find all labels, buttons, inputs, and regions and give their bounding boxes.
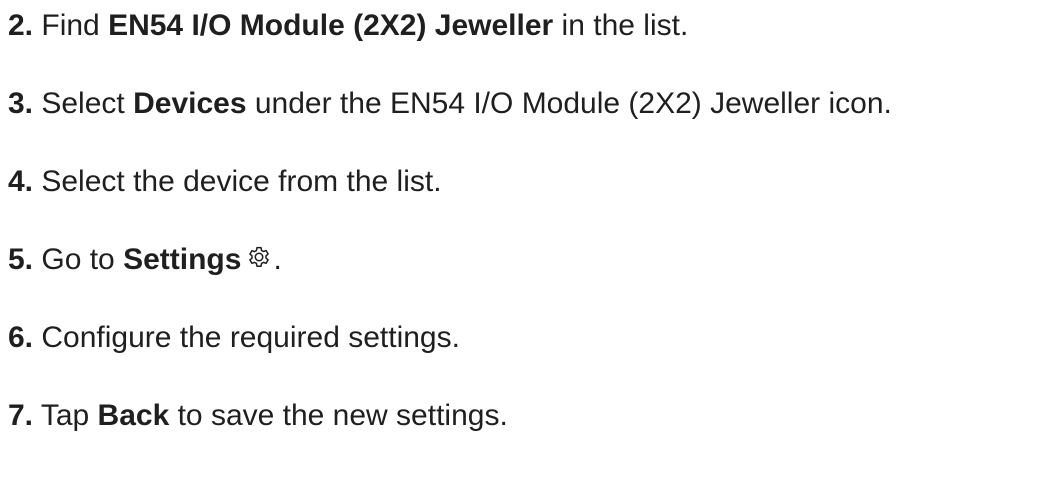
step-number: 2. [8, 9, 34, 42]
step-3: 3. Select Devices under the EN54 I/O Mod… [8, 84, 892, 124]
step-text: Select the device from the list. [33, 165, 442, 198]
settings-label: Settings [123, 243, 242, 276]
step-text: under the EN54 I/O Module (2X2) Jeweller… [246, 87, 892, 120]
gear-icon [245, 243, 273, 271]
step-text: Select [33, 87, 134, 120]
step-number: 6. [8, 321, 34, 354]
step-text: Configure the required settings. [33, 321, 460, 354]
step-text: to save the new settings. [169, 399, 508, 432]
step-number: 5. [8, 243, 34, 276]
step-4: 4. Select the device from the list. [8, 162, 442, 202]
step-2: 2. Find EN54 I/O Module (2X2) Jeweller i… [8, 6, 688, 46]
step-7: 7. Tap Back to save the new settings. [8, 396, 508, 436]
back-label: Back [97, 399, 170, 432]
devices-label: Devices [133, 87, 247, 120]
step-number: 3. [8, 87, 34, 120]
step-text: . [273, 243, 282, 276]
step-number: 7. [8, 399, 34, 432]
step-text: Find [33, 9, 109, 42]
step-text: in the list. [553, 9, 689, 42]
step-5: 5. Go to Settings. [8, 240, 282, 280]
device-name: EN54 I/O Module (2X2) Jeweller [108, 9, 554, 42]
step-text: Go to [33, 243, 124, 276]
step-number: 4. [8, 165, 34, 198]
step-text: Tap [33, 399, 98, 432]
step-6: 6. Configure the required settings. [8, 318, 460, 358]
